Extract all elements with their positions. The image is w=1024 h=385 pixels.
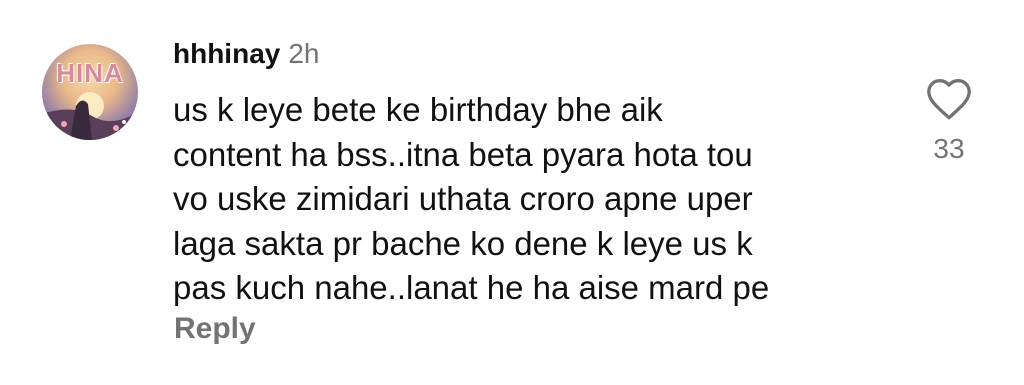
comment-line: us k leye bete ke birthday bhe aik xyxy=(173,91,663,128)
comment-line: laga sakta pr bache ko dene k leye us k xyxy=(173,224,753,262)
avatar[interactable]: HINA xyxy=(42,44,138,140)
comment-header: hhhinay 2h xyxy=(173,38,320,72)
timestamp: 2h xyxy=(288,38,320,69)
comment-line: pas kuch nahe..lanat he ha aise mard pe xyxy=(173,269,770,306)
username[interactable]: hhhinay xyxy=(173,38,280,70)
like-control: 33 xyxy=(924,75,974,165)
reply-button[interactable]: Reply xyxy=(174,312,256,346)
heart-outline-icon[interactable] xyxy=(924,75,974,121)
comment-line: vo uske zimidari uthata croro apne uper xyxy=(173,180,753,217)
comment-text: us k leye bete ke birthday bhe aik conte… xyxy=(173,88,893,311)
comment-line: content ha bss..itna beta pyara hota tou xyxy=(173,135,753,173)
like-count: 33 xyxy=(933,133,965,164)
avatar-text: HINA xyxy=(56,58,124,88)
